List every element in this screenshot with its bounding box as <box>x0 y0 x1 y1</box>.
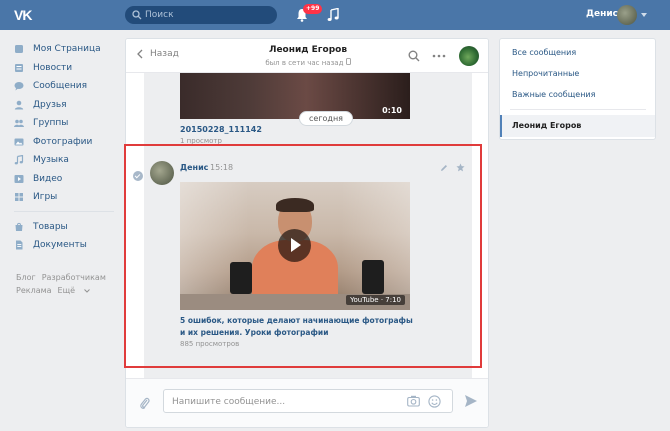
video-icon <box>14 174 24 183</box>
vk-logo[interactable]: VK <box>14 7 36 23</box>
video-views: 885 просмотров <box>180 340 240 348</box>
message-history: 0:10 сегодня 20150228_111142 1 просмотр … <box>133 73 472 378</box>
nav-label: Группы <box>33 118 69 129</box>
video-title-link[interactable]: 5 ошибок, которые делают начинающие фото… <box>180 315 420 339</box>
nav-footer: Блог Разработчикам Реклама Ещё <box>16 271 126 297</box>
user-name[interactable]: Денис <box>586 9 618 19</box>
nav-label: Новости <box>33 62 73 73</box>
nav-messages[interactable]: Сообщения <box>14 77 122 96</box>
nav-label: Товары <box>33 221 68 232</box>
search-input[interactable] <box>145 8 270 22</box>
footer-blog-link[interactable]: Блог <box>16 273 36 282</box>
nav-my-page[interactable]: Моя Страница <box>14 40 122 59</box>
nav-label: Друзья <box>33 99 67 110</box>
paperclip-icon[interactable] <box>139 396 150 410</box>
nav-goods[interactable]: Товары <box>14 218 122 237</box>
chevron-down-icon <box>83 289 90 293</box>
nav-label: Документы <box>33 240 87 251</box>
video-prop-camera <box>230 262 252 294</box>
games-icon <box>15 193 23 202</box>
footer-ads-link[interactable]: Реклама <box>16 286 52 295</box>
nav-divider <box>14 210 114 212</box>
chat-panel: Назад Леонид Егоров был в сети час назад… <box>125 38 489 428</box>
message-author[interactable]: Денис <box>180 163 208 172</box>
chat-header: Назад Леонид Егоров был в сети час назад <box>126 39 488 73</box>
notifications-badge: +99 <box>303 4 323 14</box>
nav-photos[interactable]: Фотографии <box>14 133 122 152</box>
video-person-hair <box>276 198 314 212</box>
pencil-icon[interactable] <box>440 164 448 172</box>
active-conversation-label: Леонид Егоров <box>512 121 582 130</box>
nav-label: Моя Страница <box>33 44 101 55</box>
message-input[interactable] <box>172 395 392 409</box>
previous-video-views: 1 просмотр <box>180 137 222 145</box>
top-bar: VK +99 Денис <box>0 0 670 30</box>
messages-icon <box>14 82 24 91</box>
check-icon[interactable] <box>133 171 143 181</box>
user-avatar[interactable] <box>617 5 637 25</box>
video-source-badge: YouTube · 7:10 <box>346 295 405 305</box>
footer-developers-link[interactable]: Разработчикам <box>42 273 106 282</box>
video-prop-camera <box>362 260 384 294</box>
date-separator: сегодня <box>299 111 353 126</box>
home-icon <box>15 45 23 54</box>
filter-unread[interactable]: Непрочитанные <box>512 69 579 78</box>
camera-icon[interactable] <box>407 395 420 407</box>
star-icon[interactable] <box>456 163 465 172</box>
photos-icon <box>14 138 24 146</box>
search-box[interactable] <box>125 6 277 24</box>
nav-music[interactable]: Музыка <box>14 151 122 170</box>
nav-news[interactable]: Новости <box>14 59 122 78</box>
nav-label: Сообщения <box>33 81 88 92</box>
music-note-icon <box>14 155 24 165</box>
messages-area[interactable]: 0:10 сегодня 20150228_111142 1 просмотр … <box>126 73 488 378</box>
message-avatar[interactable] <box>150 161 174 185</box>
groups-icon <box>14 119 24 128</box>
previous-video-title[interactable]: 20150228_111142 <box>180 125 262 134</box>
nav-label: Видео <box>33 173 63 184</box>
send-icon[interactable] <box>464 394 478 408</box>
video-duration: 0:10 <box>382 106 402 115</box>
chat-avatar[interactable] <box>459 46 479 66</box>
friends-icon <box>14 100 24 110</box>
search-icon[interactable] <box>408 50 420 62</box>
footer-more-link[interactable]: Ещё <box>58 286 90 295</box>
music-icon[interactable] <box>327 8 339 22</box>
nav-label: Игры <box>33 192 58 203</box>
filter-important[interactable]: Важные сообщения <box>512 90 595 99</box>
nav-label: Фотографии <box>33 136 93 147</box>
message-time: 15:18 <box>210 163 234 172</box>
chat-status-text: был в сети час назад <box>265 59 344 67</box>
previous-video-thumbnail[interactable]: 0:10 <box>180 73 410 119</box>
goods-icon <box>15 222 23 231</box>
video-thumbnail[interactable]: YouTube · 7:10 <box>180 182 410 310</box>
nav-games[interactable]: Игры <box>14 188 122 207</box>
documents-icon <box>16 240 23 250</box>
message-filters: Все сообщения Непрочитанные Важные сообщ… <box>499 38 656 140</box>
filters-divider <box>510 109 646 110</box>
nav-documents[interactable]: Документы <box>14 236 122 255</box>
filter-all-messages[interactable]: Все сообщения <box>512 48 576 57</box>
nav-video[interactable]: Видео <box>14 170 122 189</box>
search-icon <box>132 10 142 20</box>
nav-label: Музыка <box>33 155 69 166</box>
footer-more-label: Ещё <box>57 286 76 295</box>
news-icon <box>15 63 23 72</box>
message-composer <box>126 378 488 427</box>
active-conversation[interactable]: Леонид Егоров <box>500 115 655 137</box>
message-item: Денис 15:18 YouTube · 7:10 5 ошибок, кот… <box>133 155 472 355</box>
mobile-icon <box>345 58 351 65</box>
emoji-icon[interactable] <box>428 395 441 408</box>
nav-groups[interactable]: Группы <box>14 114 122 133</box>
more-dots-icon[interactable] <box>432 51 446 61</box>
message-field[interactable] <box>163 389 453 413</box>
play-icon[interactable] <box>278 229 311 262</box>
chevron-down-icon[interactable] <box>641 13 647 17</box>
left-nav: Моя Страница Новости Сообщения Друзья Гр… <box>14 40 122 255</box>
nav-friends[interactable]: Друзья <box>14 96 122 115</box>
